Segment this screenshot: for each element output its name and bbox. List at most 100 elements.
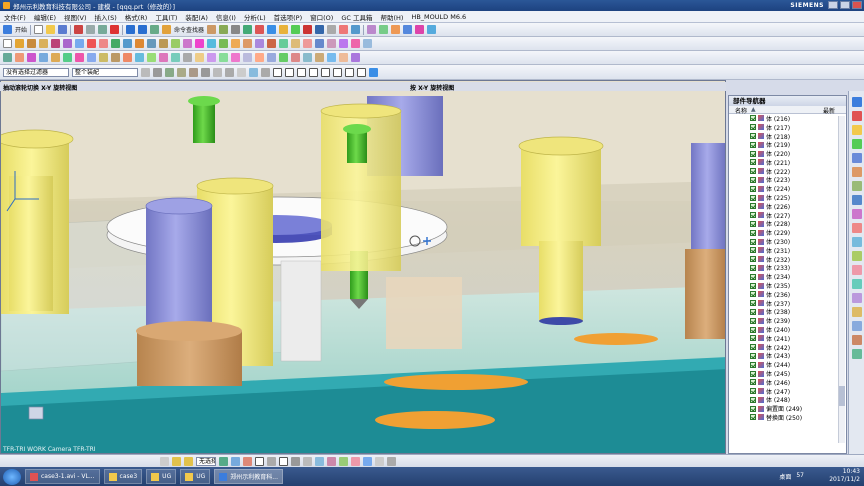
start-menu-button[interactable] <box>3 468 21 485</box>
palettes-icon[interactable] <box>851 265 862 275</box>
navigator-row[interactable]: 体 (241) <box>729 334 846 343</box>
trim-curve-icon[interactable] <box>147 53 156 62</box>
arc-center-icon[interactable] <box>321 67 330 77</box>
ruled-icon[interactable] <box>183 53 192 62</box>
reuse-library-icon[interactable] <box>851 139 862 149</box>
join-curve-icon[interactable] <box>135 53 144 62</box>
copy-icon[interactable] <box>86 25 96 34</box>
feature-icon[interactable] <box>391 25 401 34</box>
navigator-row[interactable]: 体 (240) <box>729 325 846 334</box>
scrollbar-thumb[interactable] <box>839 386 845 406</box>
existing-point-icon[interactable] <box>345 67 354 77</box>
taskbar-button-folder[interactable]: case3 <box>103 469 143 484</box>
sync-icon[interactable] <box>403 25 413 34</box>
visibility-checkbox[interactable] <box>750 300 756 307</box>
navigator-row[interactable]: 替换面 (250) <box>729 413 846 422</box>
menu-edit[interactable]: 编辑(E) <box>34 12 56 22</box>
paste-icon[interactable] <box>98 25 108 34</box>
navigator-row[interactable]: 体 (246) <box>729 378 846 387</box>
mesh-surface-icon[interactable] <box>207 53 216 62</box>
roles-icon[interactable] <box>851 223 862 233</box>
quadrant-point-icon[interactable] <box>333 67 342 77</box>
intersect-icon[interactable] <box>75 39 84 48</box>
csys-icon[interactable] <box>351 39 360 48</box>
electrode-icon[interactable] <box>427 25 437 34</box>
lasso-select-icon[interactable] <box>249 67 258 77</box>
navigator-row[interactable]: 体 (227) <box>729 211 846 220</box>
extend-icon[interactable] <box>315 456 324 466</box>
thicken-icon[interactable] <box>231 39 240 48</box>
command-finder-icon[interactable] <box>162 25 172 34</box>
visibility-checkbox[interactable] <box>750 132 756 139</box>
offset-curve-icon[interactable] <box>87 53 96 62</box>
selection-scope-combo[interactable]: 整个装配 <box>72 67 138 77</box>
patch-icon[interactable] <box>243 39 252 48</box>
divide-curve-icon[interactable] <box>159 53 168 62</box>
scale-icon[interactable] <box>267 39 276 48</box>
navigator-row[interactable]: 体 (234) <box>729 272 846 281</box>
line-icon[interactable] <box>3 53 12 62</box>
shaded-icon[interactable] <box>279 25 289 34</box>
arc-icon[interactable] <box>15 53 24 62</box>
repeat-icon[interactable] <box>150 25 160 34</box>
studio-surface-icon[interactable] <box>303 53 312 62</box>
wireframe-icon[interactable] <box>291 25 301 34</box>
visibility-checkbox[interactable] <box>750 282 756 289</box>
visibility-checkbox[interactable] <box>750 168 756 175</box>
visibility-checkbox[interactable] <box>750 220 756 227</box>
analysis-icon[interactable] <box>367 25 377 34</box>
menu-hb-mould[interactable]: HB_MOULD M6.6 <box>411 13 466 21</box>
templates-icon[interactable] <box>851 335 862 345</box>
replace-face-icon[interactable] <box>171 39 180 48</box>
history-icon[interactable] <box>851 167 862 177</box>
through-curves-icon[interactable] <box>195 53 204 62</box>
trim-body-icon[interactable] <box>135 39 144 48</box>
reset-filter-icon[interactable] <box>153 67 162 77</box>
menu-tools[interactable]: 工具(T) <box>155 12 177 22</box>
navigator-row[interactable]: 体 (239) <box>729 316 846 325</box>
select-all-icon[interactable] <box>165 67 174 77</box>
bounded-plane-icon[interactable] <box>243 53 252 62</box>
navigator-row[interactable]: 体 (230) <box>729 237 846 246</box>
column-name[interactable]: 名称 <box>735 106 747 115</box>
menu-assembly[interactable]: 装配(A) <box>185 12 208 22</box>
start-icon[interactable] <box>3 25 12 34</box>
swept-icon[interactable] <box>219 53 228 62</box>
unite-icon[interactable] <box>51 39 60 48</box>
feature-select-icon[interactable] <box>225 67 234 77</box>
visibility-checkbox[interactable] <box>750 159 756 166</box>
navigator-row[interactable]: 体 (236) <box>729 290 846 299</box>
snap-icon[interactable] <box>219 25 229 34</box>
wrap-icon[interactable] <box>279 39 288 48</box>
navigator-row[interactable]: 偏置面 (249) <box>729 404 846 413</box>
delete-icon[interactable] <box>110 25 120 34</box>
face-blend-icon[interactable] <box>327 53 336 62</box>
folder-icon[interactable] <box>184 456 193 466</box>
mid-point-icon[interactable] <box>285 67 294 77</box>
point-on-face-icon[interactable] <box>369 67 378 77</box>
point-snap-icon[interactable] <box>261 67 270 77</box>
dimension-icon[interactable] <box>375 456 384 466</box>
save-icon[interactable] <box>58 25 68 34</box>
navigator-row[interactable]: 体 (221) <box>729 158 846 167</box>
visibility-checkbox[interactable] <box>750 247 756 254</box>
taskbar-button-folder-ug2[interactable]: UG <box>180 469 211 484</box>
law-extension-icon[interactable] <box>291 53 300 62</box>
constraint-navigator-icon[interactable] <box>851 111 862 121</box>
styled-blend-icon[interactable] <box>315 53 324 62</box>
web-browser-icon[interactable] <box>851 153 862 163</box>
trim-icon[interactable] <box>303 456 312 466</box>
navigator-row[interactable]: 体 (233) <box>729 264 846 272</box>
delete-face-icon[interactable] <box>195 39 204 48</box>
project-curve-icon[interactable] <box>99 53 108 62</box>
x-form-icon[interactable] <box>339 53 348 62</box>
navigator-row[interactable]: 体 (228) <box>729 220 846 228</box>
visibility-checkbox[interactable] <box>750 150 756 157</box>
navigator-row[interactable]: 体 (220) <box>729 149 846 158</box>
navigator-row[interactable]: 体 (222) <box>729 167 846 176</box>
desktop-toolbar[interactable]: 桌面 <box>779 472 791 481</box>
visibility-checkbox[interactable] <box>750 379 756 386</box>
component-select-icon[interactable] <box>213 67 222 77</box>
visibility-checkbox[interactable] <box>750 414 756 421</box>
fillet-icon[interactable] <box>267 456 276 466</box>
